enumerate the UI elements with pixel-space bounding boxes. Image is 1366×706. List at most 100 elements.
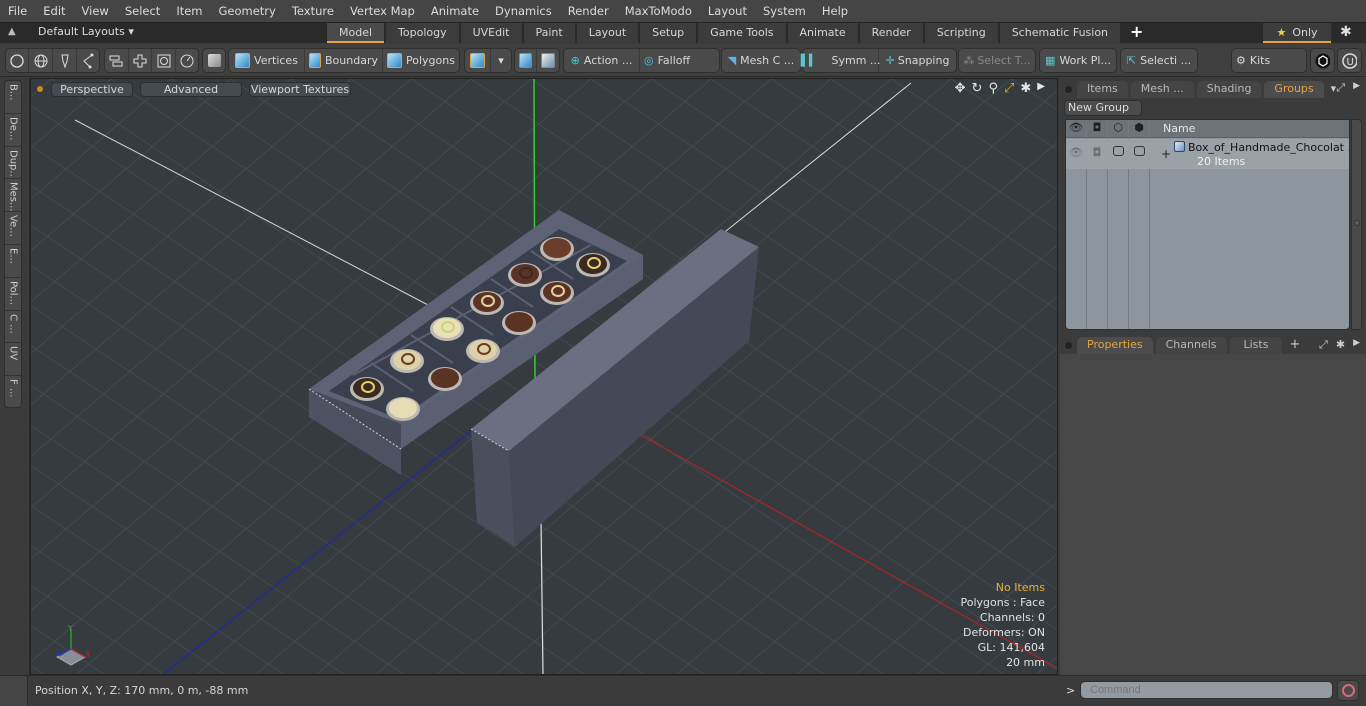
pan-icon[interactable]: ✥ [955, 81, 966, 96]
bottom-panel-gear-icon[interactable]: ✱ [1336, 338, 1345, 352]
pen-icon[interactable] [53, 49, 77, 72]
shading-advanced-button[interactable]: Advanced [140, 81, 242, 97]
viewport-gear-icon[interactable]: ✱ [1020, 81, 1031, 96]
vtab-uv[interactable]: UV [5, 343, 21, 377]
row-select-checkbox[interactable] [1129, 146, 1149, 159]
menu-dynamics[interactable]: Dynamics [487, 0, 560, 22]
falloff-button[interactable]: ◎ Falloff [640, 49, 718, 72]
menu-maxtomodo[interactable]: MaxToModo [617, 0, 700, 22]
vtab-vertex[interactable]: Ve... [5, 212, 21, 245]
lock-mesh-icon[interactable]: ⬡ [1108, 121, 1128, 134]
uv-cross-icon[interactable] [129, 49, 153, 72]
viewport-textures-button[interactable]: Viewport Textures [249, 81, 351, 97]
tab-mesh[interactable]: Mesh ... [1130, 81, 1194, 98]
material-cube-icon[interactable] [465, 49, 491, 72]
bottom-panel-menu-dot-icon[interactable] [1065, 342, 1072, 349]
vtab-duplicate[interactable]: Dup... [5, 147, 21, 180]
bottom-panel-maximize-icon[interactable]: ⤢ [1319, 338, 1328, 352]
menu-edit[interactable]: Edit [35, 0, 73, 22]
command-input[interactable] [1080, 681, 1333, 699]
unreal-icon[interactable]: U [1338, 49, 1361, 72]
vtab-basic[interactable]: B... [5, 81, 21, 114]
vertices-button[interactable]: Vertices [229, 49, 305, 72]
tab-render[interactable]: Render [859, 23, 925, 43]
kits-button[interactable]: ⚙ Kits [1232, 49, 1306, 72]
add-panel-tab-icon[interactable]: + [1289, 337, 1300, 352]
vtab-curve[interactable]: C ... [5, 311, 21, 344]
groups-scrollbar[interactable] [1351, 119, 1362, 330]
row-lock-checkbox[interactable] [1108, 146, 1128, 159]
menu-item[interactable]: Item [168, 0, 210, 22]
menu-layout[interactable]: Layout [700, 0, 755, 22]
tab-topology[interactable]: Topology [386, 23, 461, 43]
unity-icon[interactable] [1311, 49, 1334, 72]
collapse-arrow-icon[interactable]: ▲ [8, 26, 16, 37]
tab-animate[interactable]: Animate [787, 23, 860, 43]
perspective-button[interactable]: Perspective [51, 81, 133, 97]
tab-schematic-fusion[interactable]: Schematic Fusion [999, 23, 1123, 43]
tab-setup[interactable]: Setup [640, 23, 699, 43]
selection-sets-button[interactable]: ⇱ Selecti ... [1121, 49, 1197, 72]
action-center-button[interactable]: ⊕ Action ... [564, 49, 640, 72]
dial-icon[interactable] [176, 49, 198, 72]
command-history-button[interactable] [1337, 680, 1359, 701]
menu-texture[interactable]: Texture [284, 0, 342, 22]
vtab-mesh-edit[interactable]: Mes... [5, 179, 21, 213]
vtab-polygon[interactable]: Pol... [5, 278, 21, 311]
select-through-button[interactable]: ⁂ Select T... [959, 49, 1035, 72]
circle-select-icon[interactable] [6, 49, 29, 72]
rotate-icon[interactable]: ↻ [972, 81, 983, 96]
snapping-button[interactable]: ✛ Snapping [879, 49, 956, 72]
default-layouts-dropdown[interactable]: Default Layouts ▾ [38, 25, 134, 38]
panel-maximize-icon[interactable]: ⤢ [1336, 81, 1345, 95]
tab-items[interactable]: Items [1077, 81, 1128, 98]
3d-viewport[interactable]: Y X Z Perspective Advanced Viewport Text… [30, 78, 1058, 675]
pivot-center-icon[interactable] [515, 49, 537, 72]
tab-channels[interactable]: Channels [1155, 337, 1227, 354]
symmetry-button[interactable]: ▌▍ Symm ... [801, 49, 880, 72]
maximize-icon[interactable]: ⤢ [1004, 81, 1014, 96]
gear-icon[interactable]: ✱ [1340, 24, 1352, 40]
panel-menu-dot-icon[interactable] [1065, 86, 1072, 93]
expand-group-icon[interactable]: + [1161, 147, 1171, 161]
tab-groups[interactable]: Groups [1264, 81, 1324, 98]
workplane-button[interactable]: ▦ Work Pl... [1040, 49, 1116, 72]
bezier-icon[interactable] [77, 49, 99, 72]
item-mode-cube-icon[interactable] [203, 49, 225, 72]
vtab-fusion[interactable]: F ... [5, 376, 21, 409]
menu-file[interactable]: File [0, 0, 35, 22]
row-visibility-icon[interactable]: 👁 [1066, 146, 1086, 159]
menu-animate[interactable]: Animate [423, 0, 487, 22]
name-column-header[interactable]: Name [1163, 122, 1195, 135]
visibility-eye-icon[interactable]: 👁 [1066, 121, 1086, 134]
menu-render[interactable]: Render [560, 0, 617, 22]
tab-uvedit[interactable]: UVEdit [460, 23, 524, 43]
polygons-button[interactable]: Polygons [383, 49, 459, 72]
tab-shading[interactable]: Shading [1196, 81, 1262, 98]
boundary-button[interactable]: Boundary [305, 49, 383, 72]
menu-view[interactable]: View [74, 0, 117, 22]
tab-scripting[interactable]: Scripting [924, 23, 1000, 43]
zoom-icon[interactable]: ⚲ [988, 81, 998, 96]
globe-icon[interactable] [29, 49, 53, 72]
group-row[interactable]: 👁 ◘ + Box_of_Handmade_Chocolat ... 20 It… [1066, 139, 1349, 169]
add-tab-icon[interactable]: + [1122, 23, 1151, 43]
menu-system[interactable]: System [755, 0, 814, 22]
bottom-panel-expand-icon[interactable]: ▶ [1353, 338, 1360, 352]
new-group-button[interactable]: New Group [1064, 100, 1142, 116]
material-dropdown-arrow-icon[interactable]: ▾ [491, 49, 511, 72]
vtab-deform[interactable]: De... [5, 114, 21, 147]
vtab-edge[interactable]: E... [5, 245, 21, 278]
render-camera-icon[interactable]: ◘ [1087, 121, 1107, 134]
expand-arrow-icon[interactable]: ▶ [1037, 81, 1045, 96]
mesh-constraints-button[interactable]: ◥ Mesh C ... [722, 49, 800, 72]
menu-vertex-map[interactable]: Vertex Map [342, 0, 423, 22]
viewport-menu-dot-icon[interactable] [37, 86, 43, 92]
select-mesh-icon[interactable]: ⬢ [1129, 121, 1149, 134]
align-icon[interactable] [105, 49, 129, 72]
tab-model[interactable]: Model [327, 23, 387, 43]
tab-paint[interactable]: Paint [523, 23, 577, 43]
menu-geometry[interactable]: Geometry [211, 0, 284, 22]
tab-layout[interactable]: Layout [576, 23, 641, 43]
tab-lists[interactable]: Lists [1229, 337, 1283, 354]
